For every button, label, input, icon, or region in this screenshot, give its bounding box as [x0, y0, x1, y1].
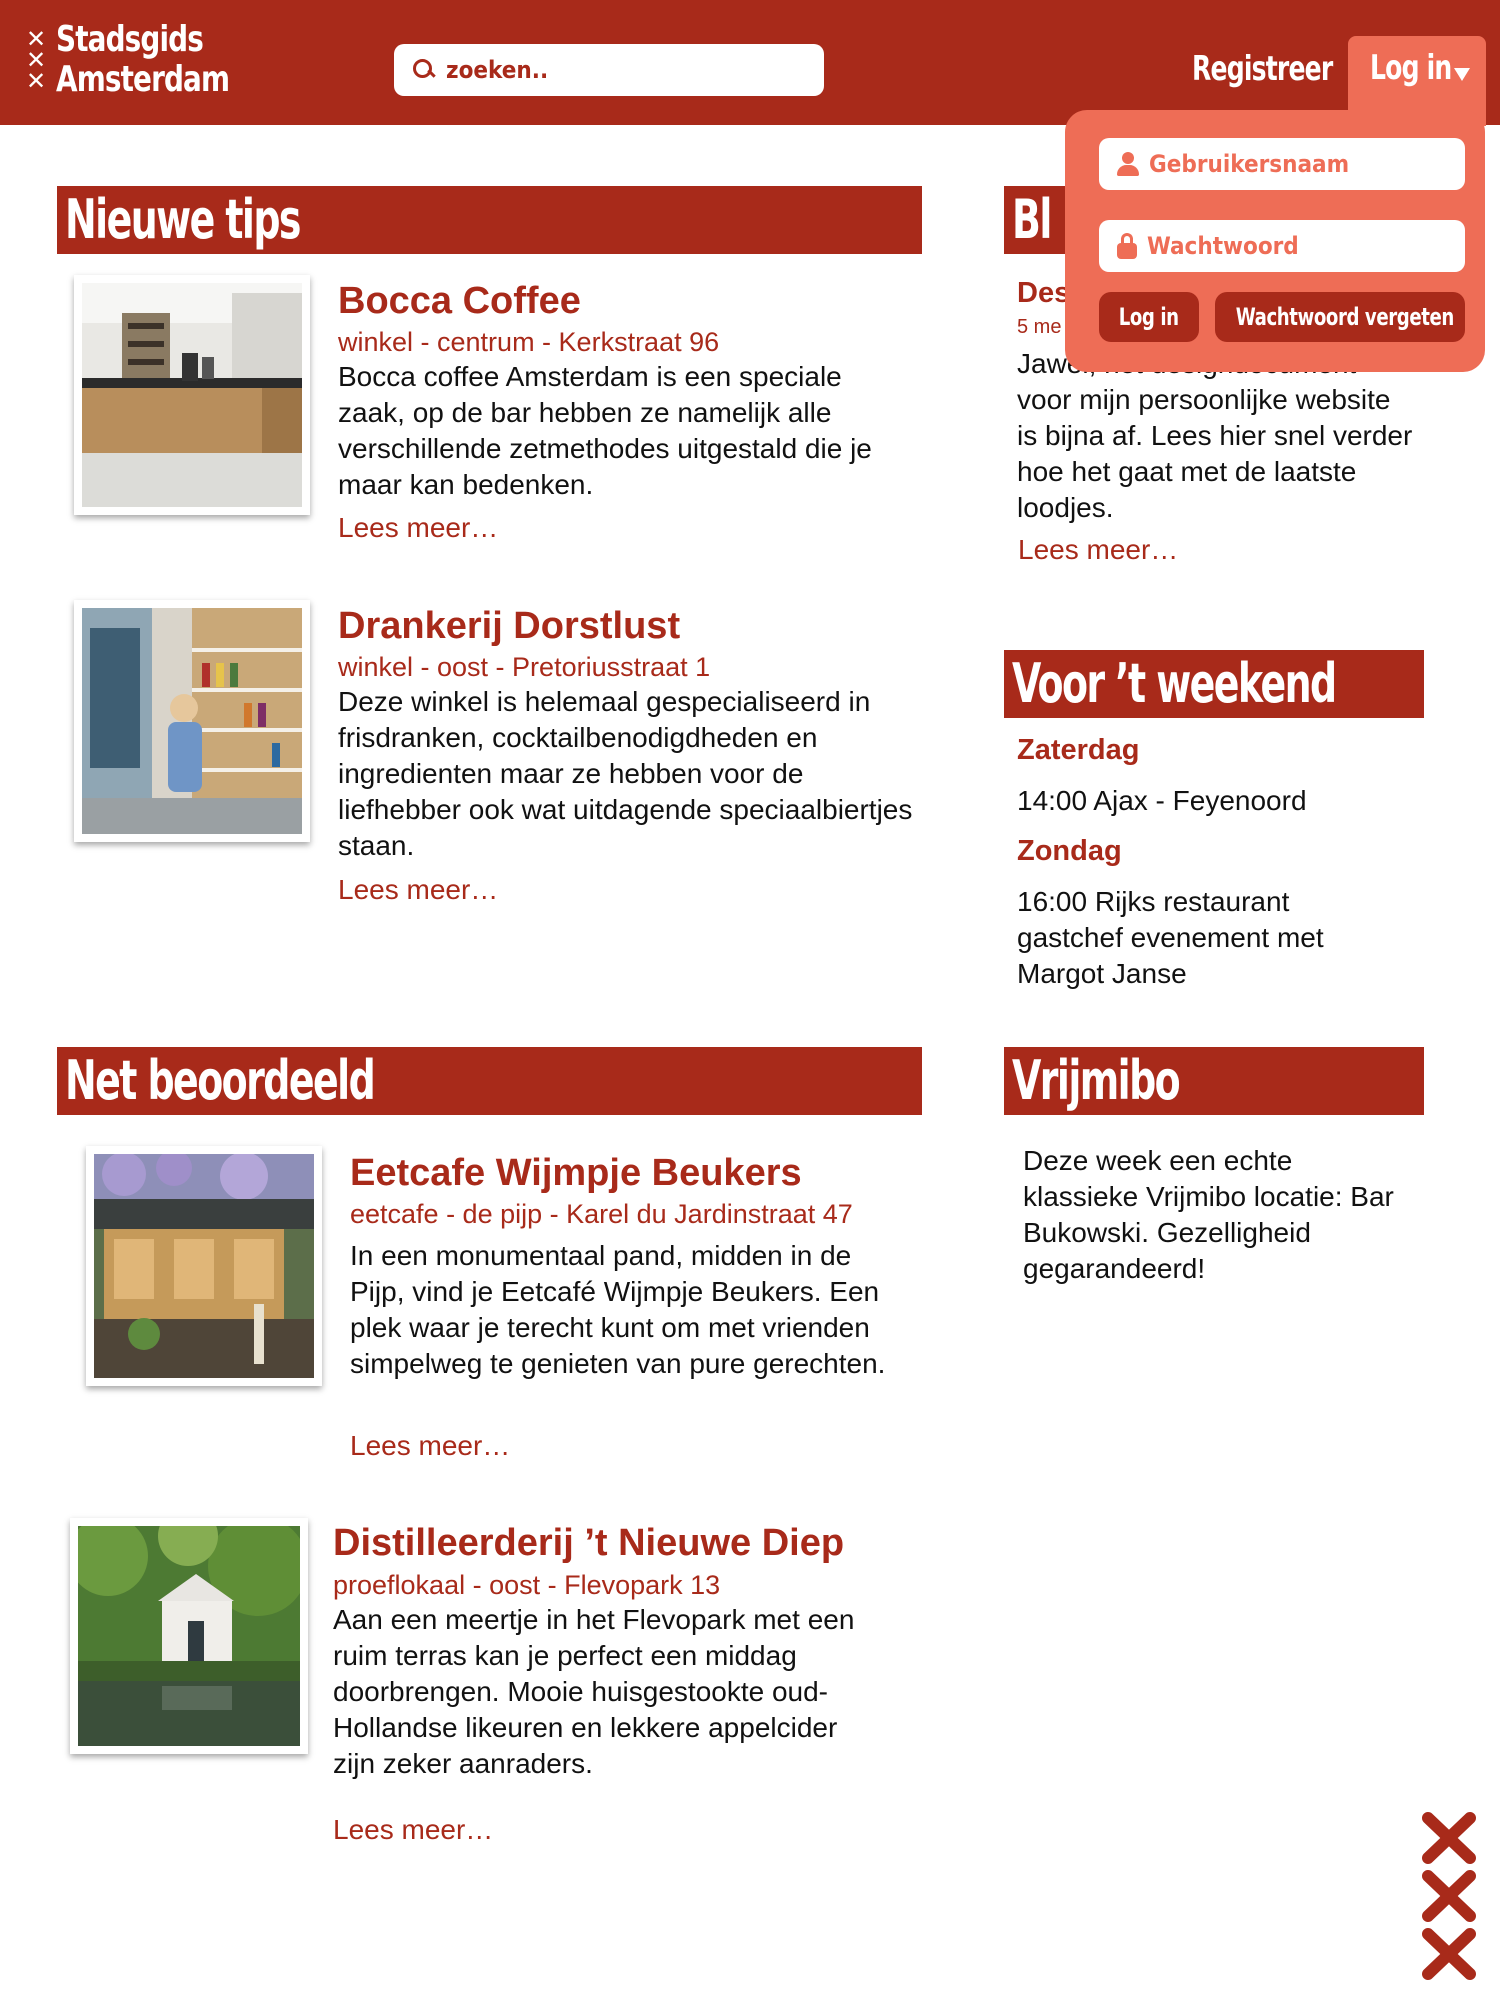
read-more-link[interactable]: Lees meer… — [350, 1430, 510, 1462]
article-photo-distilleerderij-nieuwe-diep[interactable] — [70, 1518, 308, 1754]
register-link[interactable]: Registreer — [1192, 44, 1333, 94]
logo-line-2: Amsterdam — [56, 59, 230, 100]
read-more-link[interactable]: Lees meer… — [338, 874, 498, 906]
read-more-link[interactable]: Lees meer… — [338, 512, 498, 544]
search-box[interactable] — [394, 44, 824, 96]
blog-post-date: 5 me — [1017, 316, 1062, 338]
article-title[interactable]: Eetcafe Wijmpje Beukers — [350, 1152, 802, 1195]
blog-post-title[interactable]: Des — [1017, 277, 1070, 310]
login-toggle-label: Log in — [1370, 48, 1452, 88]
read-more-link[interactable]: Lees meer… — [333, 1814, 493, 1846]
article-meta: proeflokaal - oost - Flevopark 13 — [333, 1570, 721, 1600]
blog-post-body: Jawel, het designdocument voor mijn pers… — [1017, 348, 1413, 523]
article-title[interactable]: Bocca Coffee — [338, 280, 581, 323]
login-button[interactable]: Log in — [1099, 292, 1199, 342]
section-heading-new-tips: Nieuwe tips — [57, 186, 922, 254]
username-field[interactable] — [1099, 138, 1465, 190]
article-body: Aan een meertje in het Flevopark met een… — [333, 1604, 855, 1779]
coffee-bar-image — [82, 283, 302, 507]
password-field[interactable] — [1099, 220, 1465, 272]
forgot-password-button[interactable]: Wachtwoord vergeten — [1215, 292, 1465, 342]
park-building-image — [78, 1526, 300, 1746]
section-heading-rated: Net beoordeeld — [57, 1047, 922, 1115]
search-icon — [412, 58, 436, 82]
article-meta: winkel - centrum - Kerkstraat 96 — [338, 327, 720, 357]
article-body: In een monumentaal pand, midden in de Pi… — [350, 1240, 886, 1379]
article-photo-bocca-coffee[interactable] — [74, 275, 310, 515]
section-heading-vrijmibo: Vrijmibo — [1004, 1047, 1424, 1115]
article-title[interactable]: Drankerij Dorstlust — [338, 605, 680, 648]
article-photo-eetcafe-wijmpje-beukers[interactable] — [86, 1146, 322, 1386]
search-input[interactable] — [446, 56, 806, 84]
drinks-shop-image — [82, 608, 302, 834]
lock-icon — [1117, 233, 1137, 259]
article-body: Bocca coffee Amsterdam is een speciale z… — [338, 361, 872, 500]
weekend-event-saturday: 14:00 Ajax - Feyenoord — [1017, 785, 1307, 816]
site-logo[interactable]: ✕ ✕ ✕ Stadsgids Amsterdam — [26, 20, 257, 100]
weekend-day-saturday: Zaterdag — [1017, 734, 1140, 766]
blog-read-more-link[interactable]: Lees meer… — [1018, 534, 1178, 566]
weekend-event-sunday: 16:00 Rijks restaurant gastchef evenemen… — [1017, 886, 1324, 989]
article-body: Deze winkel is helemaal gespecialiseerd … — [338, 686, 913, 861]
vrijmibo-body: Deze week een echte klassieke Vrijmibo l… — [1023, 1145, 1394, 1284]
password-input[interactable] — [1147, 232, 1447, 260]
login-dropdown-panel: Log in Wachtwoord vergeten — [1065, 110, 1485, 372]
chevron-down-icon — [1454, 68, 1470, 81]
section-heading-weekend: Voor ’t weekend — [1004, 650, 1424, 718]
terrace-image — [94, 1154, 314, 1378]
article-meta: winkel - oost - Pretoriusstraat 1 — [338, 652, 711, 682]
username-input[interactable] — [1149, 150, 1449, 178]
article-title[interactable]: Distilleerderij ’t Nieuwe Diep — [333, 1522, 844, 1565]
person-icon — [1117, 152, 1139, 176]
weekend-day-sunday: Zondag — [1017, 835, 1122, 867]
article-photo-drankerij-dorstlust[interactable] — [74, 600, 310, 842]
amsterdam-crosses-icon — [1422, 1812, 1476, 1980]
site-header: ✕ ✕ ✕ Stadsgids Amsterdam Registreer Log… — [0, 0, 1500, 126]
logo-line-1: Stadsgids — [56, 19, 204, 60]
article-meta: eetcafe - de pijp - Karel du Jardinstraa… — [350, 1199, 853, 1229]
logo-crosses-icon: ✕ ✕ ✕ — [26, 24, 47, 95]
